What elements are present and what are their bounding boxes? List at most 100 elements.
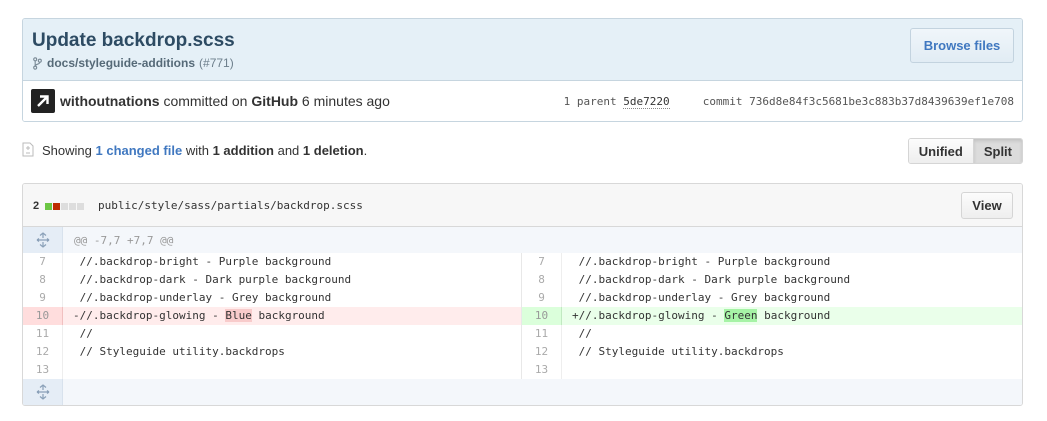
right-side: 12 // Styleguide utility.backdrops (522, 343, 1022, 361)
code-suffix: background (757, 309, 831, 322)
hunk-header: @@ -7,7 +7,7 @@ (74, 234, 174, 247)
with-text: with (185, 143, 209, 158)
line-number[interactable]: 8 (23, 271, 63, 289)
bottom-expand-row (23, 379, 1022, 405)
line-number[interactable]: 9 (23, 289, 63, 307)
diff-summary-bar: Showing 1 changed file with 1 addition a… (22, 138, 1023, 164)
unified-view-button[interactable]: Unified (908, 139, 973, 163)
line-number[interactable]: 9 (522, 289, 562, 307)
branch-line: docs/styleguide-additions (#771) (32, 56, 234, 70)
split-view-button[interactable]: Split (972, 139, 1022, 163)
file-path[interactable]: public/style/sass/partials/backdrop.scss (98, 199, 363, 212)
deletions-count: 1 deletion (302, 143, 364, 158)
commit-header: Update backdrop.scss docs/styleguide-add… (23, 19, 1022, 81)
diffstat-addition-block (45, 202, 53, 210)
diff-row: 12 // Styleguide utility.backdrops 12 //… (23, 343, 1022, 361)
hunk-header-row: @@ -7,7 +7,7 @@ (23, 227, 1022, 253)
file-diff-icon (22, 142, 34, 157)
and-text: and (277, 143, 300, 158)
showing-text: Showing (42, 143, 92, 158)
diff-row: 8 //.backdrop-dark - Dark purple backgro… (23, 271, 1022, 289)
code-prefix: -//.backdrop-glowing - (73, 309, 226, 322)
line-number[interactable]: 7 (23, 253, 63, 271)
pull-request-link[interactable]: (#771) (199, 56, 234, 70)
left-side: 8 //.backdrop-dark - Dark purple backgro… (23, 271, 522, 289)
code-line: //.backdrop-dark - Dark purple backgroun… (572, 273, 851, 286)
line-number[interactable]: 13 (23, 361, 63, 379)
line-number[interactable]: 12 (23, 343, 63, 361)
diff-row: 7 //.backdrop-bright - Purple background… (23, 253, 1022, 271)
left-side: 9 //.backdrop-underlay - Grey background (23, 289, 522, 307)
period-text: . (363, 143, 368, 158)
expand-below-button[interactable] (23, 379, 63, 405)
committed-on-text: committed on (163, 93, 248, 109)
expand-hunk-button[interactable] (23, 227, 63, 253)
deleted-line: 10 -//.backdrop-glowing - Blue backgroun… (23, 307, 522, 325)
code-line: // (73, 327, 93, 340)
diff-row-changed: 10 -//.backdrop-glowing - Blue backgroun… (23, 307, 1022, 325)
arrow-up-right-icon (37, 95, 49, 107)
additions-count: 1 addition (212, 143, 274, 158)
right-side: 11 // (522, 325, 1022, 343)
changed-files-link[interactable]: 1 changed file (96, 143, 183, 158)
change-count: 2 (33, 200, 40, 212)
author-link[interactable]: withoutnations (60, 93, 160, 109)
line-number[interactable]: 11 (522, 325, 562, 343)
view-file-button[interactable]: View (961, 192, 1013, 219)
git-branch-icon (33, 56, 42, 70)
diff-summary-text: Showing 1 changed file with 1 addition a… (42, 143, 367, 158)
commit-title: Update backdrop.scss (32, 30, 235, 51)
deleted-word: Blue (225, 309, 252, 322)
avatar[interactable] (31, 89, 55, 113)
code-line: +//.backdrop-glowing - Green background (562, 307, 830, 325)
committer-link[interactable]: GitHub (251, 93, 298, 109)
file-header: 2 public/style/sass/partials/backdrop.sc… (23, 184, 1022, 227)
diff-view-toggle: Unified Split (907, 138, 1023, 164)
unfold-icon (36, 232, 49, 248)
commit-meta: withoutnations committed on GitHub 6 min… (23, 81, 1022, 121)
diffstat-neutral-block (77, 202, 85, 210)
commit-sha: 736d8e84f3c5681be3c883b37d8439639ef1e708 (749, 95, 1014, 108)
diffstat-deletion-block (53, 202, 61, 210)
commit-author-line: withoutnations committed on GitHub 6 min… (60, 93, 390, 109)
line-number[interactable]: 8 (522, 271, 562, 289)
right-side: 7 //.backdrop-bright - Purple background (522, 253, 1022, 271)
code-line: // (572, 327, 592, 340)
file-diff: 2 public/style/sass/partials/backdrop.sc… (22, 183, 1023, 406)
left-side: 7 //.backdrop-bright - Purple background (23, 253, 522, 271)
left-side: 12 // Styleguide utility.backdrops (23, 343, 522, 361)
code-line: //.backdrop-bright - Purple background (73, 255, 332, 268)
added-word: Green (724, 309, 758, 322)
browse-files-button[interactable]: Browse files (910, 28, 1014, 63)
right-side: 9 //.backdrop-underlay - Grey background (522, 289, 1022, 307)
line-number[interactable]: 13 (522, 361, 562, 379)
code-line: //.backdrop-underlay - Grey background (73, 291, 332, 304)
diff-row: 13 13 (23, 361, 1022, 379)
left-side: 13 (23, 361, 522, 379)
branch-name[interactable]: docs/styleguide-additions (47, 56, 195, 70)
code-line: // Styleguide utility.backdrops (572, 345, 784, 358)
code-line: // Styleguide utility.backdrops (73, 345, 285, 358)
code-line: //.backdrop-bright - Purple background (572, 255, 831, 268)
line-number[interactable]: 12 (522, 343, 562, 361)
unfold-icon (36, 384, 49, 400)
diff-row: 11 // 11 // (23, 325, 1022, 343)
code-line: //.backdrop-underlay - Grey background (572, 291, 831, 304)
left-side: 11 // (23, 325, 522, 343)
commit-box: Update backdrop.scss docs/styleguide-add… (22, 18, 1023, 122)
diff-row: 9 //.backdrop-underlay - Grey background… (23, 289, 1022, 307)
line-number[interactable]: 10 (522, 307, 562, 325)
line-number[interactable]: 10 (23, 307, 63, 325)
code-suffix: background (251, 309, 325, 322)
commit-label: commit (702, 95, 743, 108)
line-number[interactable]: 7 (522, 253, 562, 271)
code-line: -//.backdrop-glowing - Blue background (63, 307, 325, 325)
diffstat-neutral-block (61, 202, 69, 210)
parent-label: 1 parent (563, 95, 617, 108)
code-prefix: +//.backdrop-glowing - (572, 309, 725, 322)
parent-sha-link[interactable]: 5de7220 (623, 95, 670, 109)
sha-info: 1 parent 5de7220 commit 736d8e84f3c5681b… (563, 95, 1014, 109)
line-number[interactable]: 11 (23, 325, 63, 343)
